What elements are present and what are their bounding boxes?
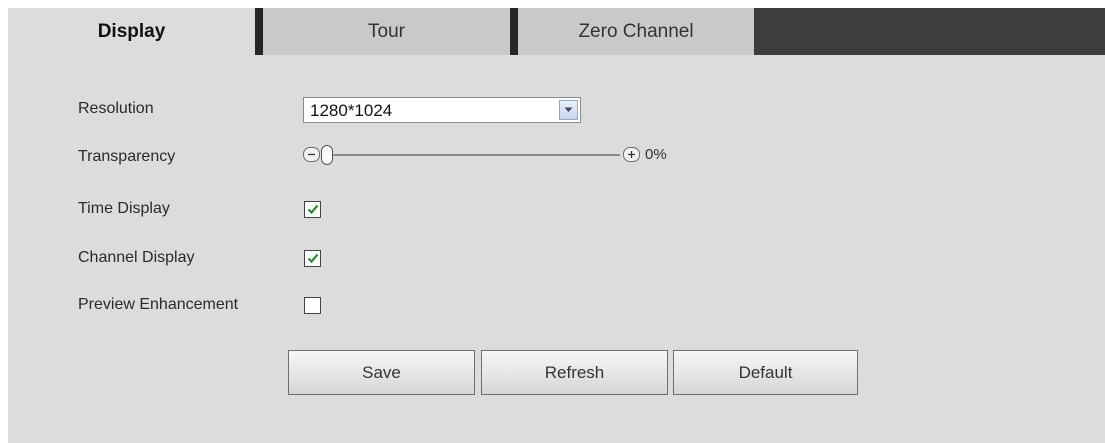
transparency-slider[interactable] — [321, 145, 620, 165]
tab-tour-label: Tour — [368, 20, 405, 42]
save-button[interactable]: Save — [288, 350, 475, 395]
channel-display-checkbox[interactable] — [304, 250, 321, 267]
minus-icon[interactable] — [303, 147, 320, 162]
resolution-value: 1280*1024 — [310, 101, 393, 120]
preview-enhancement-checkbox[interactable] — [304, 297, 321, 314]
transparency-label: Transparency — [78, 148, 176, 165]
resolution-select[interactable]: 1280*1024 — [303, 97, 581, 123]
time-display-label: Time Display — [78, 200, 170, 217]
default-button[interactable]: Default — [673, 350, 858, 395]
chevron-down-icon[interactable] — [559, 100, 578, 120]
default-button-label: Default — [738, 362, 793, 382]
transparency-value: 0% — [645, 146, 667, 163]
tab-zero-channel[interactable]: Zero Channel — [510, 8, 754, 55]
check-icon — [307, 253, 318, 264]
save-button-label: Save — [362, 362, 401, 382]
check-icon — [307, 204, 318, 215]
refresh-button-label: Refresh — [544, 362, 605, 382]
tab-display-label: Display — [97, 20, 166, 42]
tab-bar: Display Tour Zero Channel — [8, 8, 1105, 55]
transparency-slider-thumb[interactable] — [321, 145, 333, 165]
resolution-label: Resolution — [78, 100, 154, 117]
plus-icon[interactable] — [623, 147, 640, 162]
time-display-checkbox[interactable] — [304, 201, 321, 218]
preview-enhancement-label: Preview Enhancement — [78, 296, 239, 313]
tab-zero-channel-label: Zero Channel — [578, 20, 694, 42]
tab-tour[interactable]: Tour — [255, 8, 510, 55]
channel-display-label: Channel Display — [78, 249, 195, 266]
refresh-button[interactable]: Refresh — [481, 350, 668, 395]
tab-display[interactable]: Display — [8, 8, 255, 55]
